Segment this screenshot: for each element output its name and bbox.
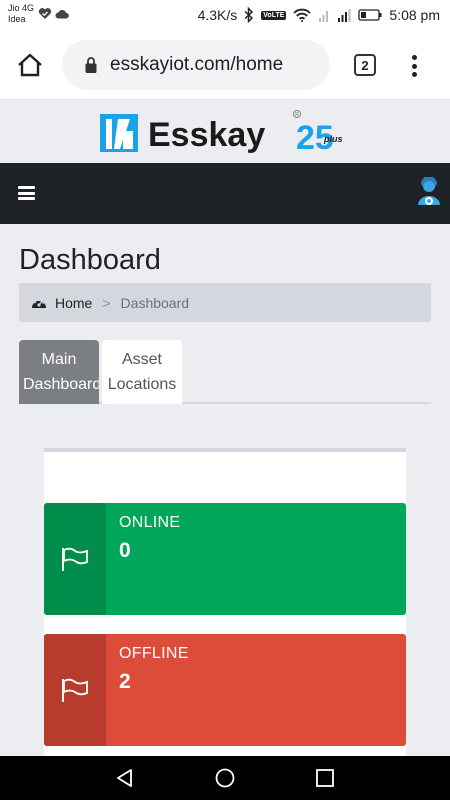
recents-icon[interactable]: [314, 767, 336, 789]
tab-label-line2: Dashboard: [23, 376, 99, 393]
breadcrumb-separator: >: [102, 294, 111, 311]
dashboard-tabs: Main Dashboard Asset Locations: [19, 340, 431, 404]
online-status-card[interactable]: ONLINE 0: [44, 503, 406, 615]
browser-toolbar: esskayiot.com/home 2: [0, 32, 450, 100]
android-navigation-bar: [0, 756, 450, 800]
hamburger-line: [18, 186, 35, 189]
breadcrumb: Home > Dashboard: [19, 283, 431, 322]
dashboard-gauge-icon: [32, 299, 46, 308]
offline-count: 2: [119, 670, 131, 693]
status-bar: Jio 4G Idea 4.3K/s VoLTE 5:08 pm: [0, 0, 450, 32]
user-profile-icon[interactable]: [415, 177, 443, 209]
hamburger-line: [18, 197, 35, 200]
clock: 5:08 pm: [389, 7, 440, 23]
svg-text:plus: plus: [323, 134, 343, 144]
signal-icon-2: [338, 9, 351, 22]
tab-main-dashboard[interactable]: Main Dashboard: [19, 340, 99, 404]
svg-text:Esskay: Esskay: [148, 116, 265, 154]
battery-icon: [358, 9, 382, 21]
cloud-icon: [55, 9, 69, 18]
url-text: esskayiot.com/home: [110, 54, 284, 75]
home-icon: [18, 53, 42, 77]
menu-dot: [411, 72, 417, 77]
esskay-logo[interactable]: Esskay 25 plus R: [100, 109, 360, 159]
lock-icon: [85, 57, 97, 73]
carrier-primary: Jio 4G: [8, 3, 35, 13]
offline-label: OFFLINE: [119, 645, 189, 662]
flag-icon: [62, 678, 88, 702]
overflow-menu-button[interactable]: [402, 52, 426, 80]
breadcrumb-current: Dashboard: [120, 294, 190, 311]
tab-label-line2: Locations: [107, 376, 177, 393]
network-speed: 4.3K/s: [197, 7, 238, 23]
notification-icons: [38, 7, 69, 20]
browser-home-button[interactable]: [14, 50, 46, 80]
online-label: ONLINE: [119, 514, 181, 531]
wifi-icon: [293, 8, 312, 22]
carrier-secondary: Idea: [8, 14, 26, 24]
hamburger-line: [18, 191, 35, 195]
page-title: Dashboard: [19, 244, 161, 276]
home-circle-icon[interactable]: [214, 767, 236, 789]
hamburger-menu-icon[interactable]: [18, 186, 35, 200]
svg-text:R: R: [295, 112, 299, 118]
app-navbar: [0, 163, 450, 224]
menu-dot: [411, 63, 417, 69]
carrier-label: Jio 4G Idea: [8, 3, 34, 25]
offline-status-card[interactable]: OFFLINE 2: [44, 634, 406, 746]
signal-icon-1: [319, 11, 329, 22]
tab-asset-locations[interactable]: Asset Locations: [102, 340, 182, 404]
offline-icon-column: [44, 634, 106, 746]
tab-label-line1: Main: [41, 351, 77, 368]
tab-label-line1: Asset: [121, 351, 162, 368]
breadcrumb-home-link[interactable]: Home: [55, 295, 92, 311]
flag-icon: [62, 547, 88, 571]
volte-badge: VoLTE: [261, 10, 287, 20]
address-bar[interactable]: esskayiot.com/home: [62, 40, 330, 90]
status-right: 4.3K/s VoLTE 5:08 pm: [198, 7, 440, 23]
menu-dot: [411, 55, 417, 60]
bluetooth-icon: [244, 7, 254, 23]
online-icon-column: [44, 503, 106, 615]
heart-check-icon: [38, 8, 52, 19]
logo-area: Esskay 25 plus R: [0, 101, 450, 163]
tab-switcher-button[interactable]: 2: [354, 54, 376, 76]
back-icon[interactable]: [114, 767, 136, 789]
online-count: 0: [119, 539, 131, 562]
